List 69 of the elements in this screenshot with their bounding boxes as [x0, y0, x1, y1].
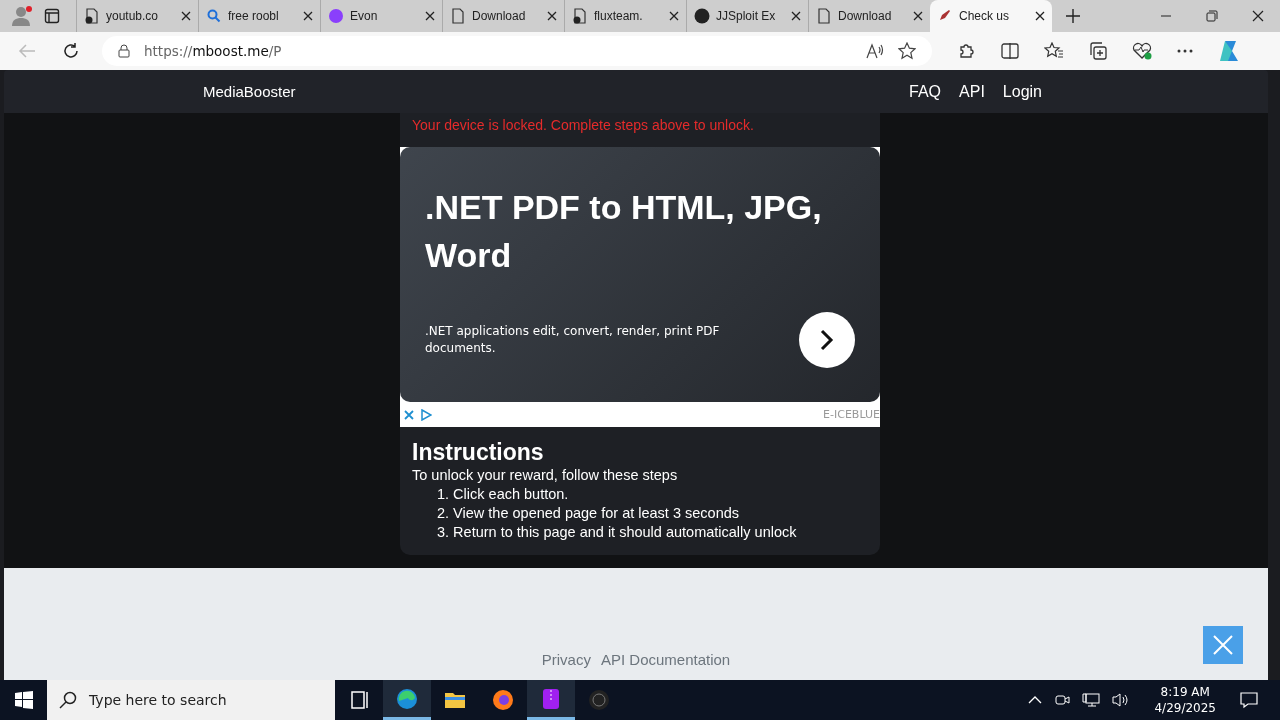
x-logo-icon: [1212, 634, 1234, 656]
windows-start-icon[interactable]: [15, 691, 33, 709]
instruction-step: 1. Click each button.: [412, 485, 868, 504]
ad-close-icon[interactable]: [404, 409, 414, 420]
close-tab-icon[interactable]: [425, 11, 435, 21]
advertiser-name: E-ICEBLUE: [823, 408, 880, 421]
nav-link[interactable]: Login: [1002, 82, 1042, 101]
search-icon: [59, 691, 77, 709]
chevron-right-icon: [820, 329, 834, 351]
close-tab-icon[interactable]: [547, 11, 557, 21]
ad-headline: .NET PDF to HTML, JPG, Word: [425, 187, 823, 276]
nav-link[interactable]: API: [959, 82, 985, 101]
puzzle-icon[interactable]: [958, 42, 976, 60]
nav-link[interactable]: FAQ: [909, 82, 942, 101]
star-icon[interactable]: [898, 42, 916, 60]
close-tab-icon[interactable]: [303, 11, 313, 21]
close-icon[interactable]: [1252, 10, 1264, 22]
close-tab-icon[interactable]: [669, 11, 679, 21]
document-icon: [816, 8, 832, 24]
document-error-icon: [572, 8, 588, 24]
clock-time[interactable]: 8:19 AM: [1160, 684, 1210, 700]
browser-taskbar-button[interactable]: [383, 680, 431, 720]
close-tab-icon[interactable]: [181, 11, 191, 21]
site-brand[interactable]: MediaBooster: [203, 83, 296, 100]
x-share-button[interactable]: [1203, 626, 1243, 664]
footer-link[interactable]: Privacy: [541, 651, 591, 668]
ad-text: .NET applications edit, convert, render, print PDF documents.: [425, 323, 721, 357]
volume-icon[interactable]: [1112, 692, 1131, 708]
footer-link[interactable]: API Documentation: [600, 651, 731, 668]
notifications-icon[interactable]: [1240, 691, 1258, 709]
network-icon[interactable]: [1082, 692, 1101, 708]
close-tab-icon[interactable]: [1035, 11, 1045, 21]
read-aloud-icon[interactable]: [866, 43, 884, 59]
instruction-step: 2. View the opened page for at least 3 seconds: [412, 504, 868, 523]
close-tab-icon[interactable]: [913, 11, 923, 21]
document-error-icon: [84, 8, 100, 24]
ad-choices-icon[interactable]: [420, 408, 432, 421]
collections-icon[interactable]: [1089, 42, 1107, 60]
browser-tab[interactable]: Check us: [930, 0, 1052, 32]
camera-icon[interactable]: [1054, 692, 1071, 708]
instruction-step: 3. Return to this page and it should automatically unlock: [412, 523, 868, 542]
restore-icon[interactable]: [1206, 10, 1218, 22]
archive-taskbar-button[interactable]: [527, 680, 575, 720]
split-screen-icon[interactable]: [1001, 43, 1019, 59]
new-tab-icon[interactable]: [1066, 9, 1080, 23]
tab-actions-icon[interactable]: [44, 8, 60, 24]
ad-banner[interactable]: .NET PDF to HTML, JPG, Word .NET applications edit, convert, render, print PDF documents. E-ICEBLUE: [400, 147, 880, 427]
more-icon[interactable]: [1177, 49, 1193, 53]
ad-card[interactable]: .NET PDF to HTML, JPG, Word .NET applications edit, convert, render, print PDF documents.: [400, 147, 880, 402]
clock-date[interactable]: 4/29/2025: [1154, 700, 1216, 716]
health-icon[interactable]: [1132, 42, 1152, 60]
chevron-up-icon[interactable]: [1028, 696, 1043, 704]
document-icon: [450, 8, 466, 24]
close-tab-icon[interactable]: [791, 11, 801, 21]
address-field[interactable]: https://mboost.me/P: [102, 36, 932, 66]
refresh-icon[interactable]: [62, 42, 80, 60]
browser-icon: [395, 686, 419, 711]
lock-message: Your device is locked. Complete steps above to unlock.: [411, 116, 755, 135]
lock-icon: [118, 44, 130, 58]
instructions-intro: To unlock your reward, follow these steps: [412, 466, 679, 485]
taskbar-search-field[interactable]: Type here to search: [47, 680, 335, 720]
firefox-icon: [491, 688, 515, 712]
ad-arrow-button[interactable]: [799, 312, 855, 368]
favorites-icon[interactable]: [1044, 42, 1064, 60]
app-icon: [587, 688, 611, 712]
circle-logo-icon: [694, 8, 710, 24]
search-icon: [206, 8, 222, 24]
app-logo-icon: [328, 8, 344, 24]
instructions-title: Instructions: [412, 439, 545, 466]
